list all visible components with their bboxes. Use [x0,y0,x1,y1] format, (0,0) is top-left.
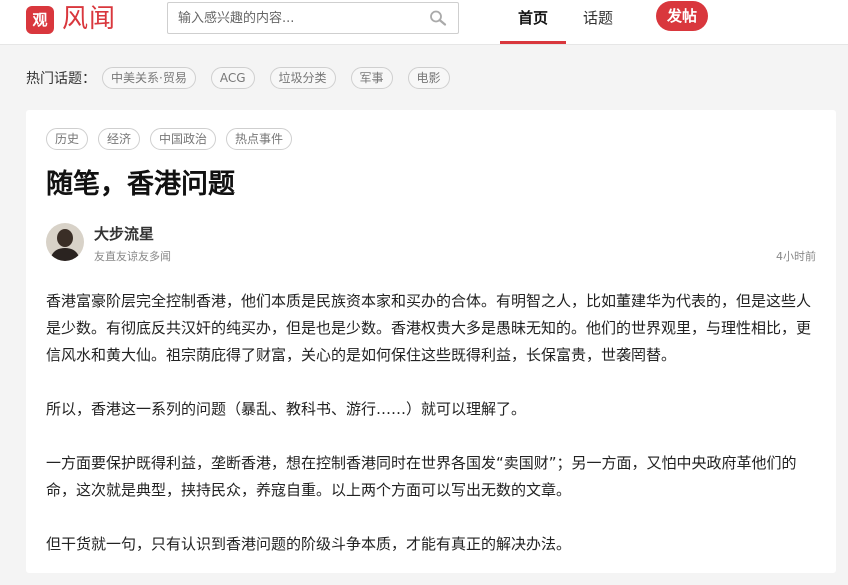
top-header: 观 风闻 首页 话题 发帖 [0,0,848,45]
article-body: 香港富豪阶层完全控制香港，他们本质是民族资本家和买办的合体。有明智之人，比如董建… [46,288,818,585]
hot-topic-tag[interactable]: 垃圾分类 [269,67,336,89]
post-button[interactable]: 发帖 [656,1,708,31]
hot-topics-bar: 热门话题： 中美关系·贸易 ACG 垃圾分类 军事 电影 [26,66,465,90]
author-description: 友直友谅友多闻 [94,250,171,263]
article-tag[interactable]: 经济 [98,128,141,150]
article-paragraph: 但干货就一句，只有认识到香港问题的阶级斗争本质，才能有真正的解决办法。 [46,535,572,553]
article-paragraph: 一方面要保护既得利益，垄断香港，想在控制香港同时在世界各国发“卖国财”；另一方面… [46,454,797,499]
article-card: 历史 经济 中国政治 热点事件 随笔，香港问题 大步流星 友直友谅友多闻 4小时… [26,110,836,573]
post-timestamp: 4小时前 [776,250,816,263]
avatar-photo-icon [46,223,84,261]
search-icon[interactable] [428,9,448,27]
search-box [167,2,459,34]
article-paragraph: 所以，香港这一系列的问题（暴乱、教科书、游行……）就可以理解了。 [46,400,527,418]
hot-topic-tag[interactable]: 军事 [350,67,393,89]
author-name[interactable]: 大步流星 [94,223,154,244]
article-tag[interactable]: 热点事件 [226,128,293,150]
article-title: 随笔，香港问题 [46,169,235,200]
hot-topic-tag[interactable]: ACG [210,67,255,89]
nav-home-label: 首页 [517,9,548,27]
hot-topics-label: 热门话题： [26,71,96,87]
article-paragraph: 香港富豪阶层完全控制香港，他们本质是民族资本家和买办的合体。有明智之人，比如董建… [46,292,812,364]
article-tag[interactable]: 中国政治 [150,128,217,150]
nav-topics-tab[interactable]: 话题 [572,0,624,44]
active-tab-indicator [500,41,566,44]
article-tags: 历史 经济 中国政治 热点事件 [46,128,302,150]
search-input[interactable] [178,7,418,29]
article-tag[interactable]: 历史 [46,128,89,150]
author-avatar[interactable] [46,223,84,261]
hot-topic-tag[interactable]: 中美关系·贸易 [102,67,196,89]
nav-topics-label: 话题 [582,9,613,27]
site-logo-text[interactable]: 风闻 [62,2,116,36]
logo-icon[interactable]: 观 [26,6,54,34]
hot-topic-tag[interactable]: 电影 [407,67,450,89]
nav-home-tab[interactable]: 首页 [500,0,566,44]
